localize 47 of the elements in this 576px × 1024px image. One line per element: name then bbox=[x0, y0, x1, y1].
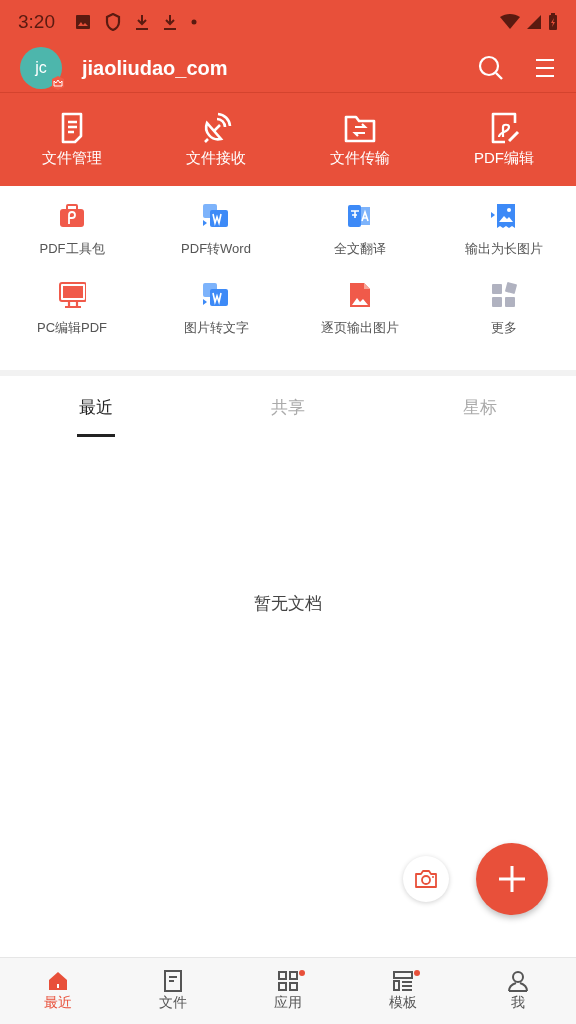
document-icon bbox=[161, 970, 184, 992]
nav-item[interactable]: 文件 bbox=[115, 958, 231, 1024]
image-icon bbox=[75, 14, 91, 30]
toolbox-icon bbox=[58, 202, 86, 230]
download-icon bbox=[135, 14, 149, 30]
quick-action-button[interactable]: 文件传输 bbox=[288, 93, 432, 186]
status-time: 3:20 bbox=[18, 11, 55, 33]
battery-icon bbox=[548, 13, 558, 31]
grid-icon bbox=[490, 281, 518, 309]
tool-button[interactable]: PDF转Word bbox=[144, 198, 288, 277]
quick-action-button[interactable]: 文件接收 bbox=[144, 93, 288, 186]
add-button[interactable] bbox=[476, 843, 548, 915]
nav-item[interactable]: 模板 bbox=[345, 958, 461, 1024]
tool-button[interactable]: 全文翻译 bbox=[288, 198, 432, 277]
pdf-monitor-icon bbox=[58, 281, 86, 309]
word-document-icon bbox=[202, 202, 230, 230]
username: jiaoliudao_com bbox=[82, 56, 228, 80]
search-icon[interactable] bbox=[478, 55, 504, 81]
plus-icon bbox=[498, 865, 526, 893]
shield-icon bbox=[105, 13, 121, 31]
template-icon bbox=[392, 970, 415, 992]
nav-item[interactable]: 最近 bbox=[0, 958, 116, 1024]
long-image-icon bbox=[490, 202, 518, 230]
tool-button[interactable]: 输出为长图片 bbox=[432, 198, 576, 277]
quick-action-button[interactable]: 文件管理 bbox=[0, 93, 144, 186]
tool-button[interactable]: PC编辑PDF bbox=[0, 277, 144, 356]
grid-icon bbox=[277, 970, 299, 992]
image-to-word-icon bbox=[202, 281, 230, 309]
nav-item[interactable]: 我 bbox=[460, 958, 576, 1024]
tool-button[interactable]: 图片转文字 bbox=[144, 277, 288, 356]
home-icon bbox=[46, 970, 69, 992]
tool-button[interactable]: PDF工具包 bbox=[0, 198, 144, 277]
menu-icon[interactable] bbox=[534, 58, 556, 78]
camera-icon bbox=[414, 869, 438, 889]
dot-icon bbox=[191, 19, 197, 25]
tool-button[interactable]: 逐页输出图片 bbox=[288, 277, 432, 356]
nav-item[interactable]: 应用 bbox=[230, 958, 346, 1024]
empty-message: 暂无文档 bbox=[254, 593, 322, 615]
wifi-icon bbox=[500, 14, 520, 30]
camera-button[interactable] bbox=[403, 856, 449, 902]
download-icon bbox=[163, 14, 177, 30]
tab[interactable]: 最近 bbox=[77, 376, 115, 437]
avatar-initials: jc bbox=[35, 59, 47, 77]
tool-button[interactable]: 更多 bbox=[432, 277, 576, 356]
person-icon bbox=[507, 970, 530, 992]
quick-action-button[interactable]: PDF编辑 bbox=[432, 93, 576, 186]
signal-icon bbox=[526, 14, 542, 30]
